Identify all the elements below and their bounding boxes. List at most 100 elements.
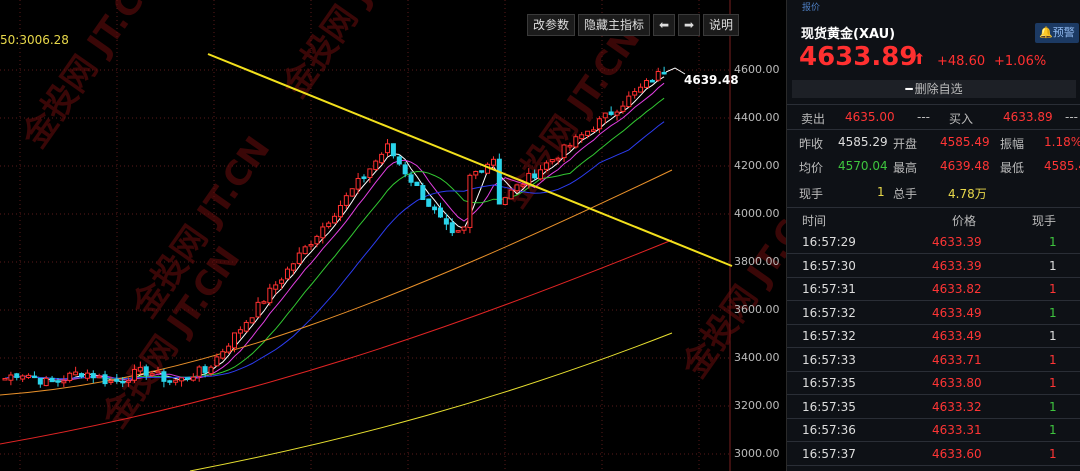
trade-time: 16:57:33 xyxy=(802,352,856,367)
divider xyxy=(787,129,1080,130)
amplitude-value: 1.18% xyxy=(1044,135,1080,149)
stats-row-1: 昨收 4585.29 开盘 4585.49 振幅 1.18% xyxy=(787,131,1080,153)
last-price-pointer xyxy=(665,67,686,75)
price-change: +48.60 xyxy=(937,54,986,69)
trade-price: 4633.71 xyxy=(932,352,982,367)
candle-body xyxy=(343,195,349,206)
candle-body xyxy=(90,373,96,379)
candle-body xyxy=(320,226,326,239)
candle-body xyxy=(326,222,332,228)
trade-price: 4633.39 xyxy=(932,235,982,249)
candle-body xyxy=(367,168,373,178)
candle-body xyxy=(49,377,55,383)
candle-body xyxy=(390,143,396,157)
candle-body xyxy=(232,332,238,349)
candle-body xyxy=(243,321,249,332)
chart-toolbar: 改参数 隐藏主指标 ⬅ ➡ 说明 xyxy=(524,14,740,36)
candle-body xyxy=(385,143,391,154)
trade-volume: 1 xyxy=(1049,376,1057,390)
instrument-title: 现货黄金(XAU) xyxy=(801,27,896,42)
hide-indicator-button[interactable]: 隐藏主指标 xyxy=(578,14,651,36)
open-label: 开盘 xyxy=(893,137,918,151)
help-button[interactable]: 说明 xyxy=(703,14,740,36)
trade-price: 4633.31 xyxy=(932,423,982,437)
cur-vol-label: 现手 xyxy=(799,187,824,201)
cur-vol-value: 1 xyxy=(877,185,885,199)
low-value: 4585.49 xyxy=(1044,159,1080,173)
current-price: 4633.89 xyxy=(799,42,918,72)
next-arrow-icon[interactable]: ➡ xyxy=(678,14,701,36)
trade-time: 16:57:30 xyxy=(802,258,856,273)
candle-body xyxy=(55,380,61,383)
candle-body xyxy=(79,373,85,378)
candle-body xyxy=(349,188,355,197)
kline-svg[interactable]: 金投网 JT.CN金投网 JT.CN金投网 JT.CN金投网 JT.CN金投网 … xyxy=(0,0,786,471)
candle-body xyxy=(337,205,343,218)
trade-time: 16:57:36 xyxy=(802,423,856,437)
candle-body xyxy=(614,111,620,116)
divider xyxy=(787,370,1080,372)
trades-vol-header: 现手 xyxy=(1032,214,1057,228)
candle-body xyxy=(396,156,402,165)
trade-time: 16:57:31 xyxy=(802,282,856,296)
trade-price: 4633.49 xyxy=(932,305,982,320)
minus-icon: ━ xyxy=(905,82,913,96)
candle-body xyxy=(426,198,432,207)
candle-body xyxy=(296,252,302,264)
high-value: 4639.48 xyxy=(940,159,990,173)
y-axis-label: 3200.00 xyxy=(734,399,780,412)
stats-row-3: 现手 1 总手 4.78万 xyxy=(787,181,1080,203)
trade-volume: 1 xyxy=(1049,258,1057,273)
candle-body xyxy=(284,268,290,280)
candle-body xyxy=(373,160,379,170)
candle-body xyxy=(196,366,202,377)
trade-volume: 1 xyxy=(1049,235,1057,249)
y-axis-label: 4600.00 xyxy=(734,63,780,76)
low-label: 最低 xyxy=(1000,161,1025,175)
candle-body xyxy=(467,174,473,228)
candle-body xyxy=(632,91,638,96)
trade-price: 4633.32 xyxy=(932,399,982,414)
y-axis-label: 4200.00 xyxy=(734,159,780,172)
divider xyxy=(787,104,1080,105)
prev-arrow-icon[interactable]: ⬅ xyxy=(653,14,676,36)
candle-body xyxy=(579,134,585,140)
candle-body xyxy=(114,378,120,382)
candle-body xyxy=(131,368,137,381)
avg-value: 4570.04 xyxy=(838,159,888,173)
candle-body xyxy=(443,218,449,225)
trade-price: 4633.80 xyxy=(932,376,982,390)
candle-body xyxy=(279,279,285,284)
divider xyxy=(787,464,1080,466)
trade-volume: 1 xyxy=(1049,446,1057,461)
prev-close-label: 昨收 xyxy=(799,137,824,151)
candle-body xyxy=(261,301,267,304)
divider xyxy=(787,417,1080,419)
candle-body xyxy=(126,380,132,383)
alert-button[interactable]: 🔔预警 xyxy=(1035,23,1079,43)
quote-tab[interactable]: 报价 xyxy=(802,0,820,13)
trade-time: 16:57:29 xyxy=(802,235,856,249)
candle-body xyxy=(508,189,514,200)
kline-chart[interactable]: 金投网 JT.CN 金投网 JT.CN 金投网 JT.CN 金投网 JT.CN 金投网 … xyxy=(0,0,786,471)
candle-body xyxy=(226,345,232,353)
candle-body xyxy=(655,71,661,81)
bid-ask-row: 卖出 4635.00 --- 买入 4633.89 --- xyxy=(787,106,1080,128)
remove-favorite-button[interactable]: ━ 删除自选 xyxy=(792,80,1076,98)
candle-body xyxy=(290,263,296,271)
candle-body xyxy=(149,373,155,376)
candle-body xyxy=(273,284,279,290)
candle-body xyxy=(408,174,414,183)
change-params-button[interactable]: 改参数 xyxy=(527,14,576,36)
up-arrow-icon: ⬆ xyxy=(913,50,926,68)
divider xyxy=(787,253,1080,254)
candle-body xyxy=(155,370,161,374)
candle-body xyxy=(437,207,443,218)
watermark-text: 金投网 JT.CN xyxy=(14,0,168,156)
sell-volume: --- xyxy=(917,110,930,124)
divider xyxy=(787,441,1080,442)
divider xyxy=(787,207,1080,208)
trendline xyxy=(207,53,733,267)
trade-volume: 1 xyxy=(1049,352,1057,367)
candle-body xyxy=(173,379,179,383)
